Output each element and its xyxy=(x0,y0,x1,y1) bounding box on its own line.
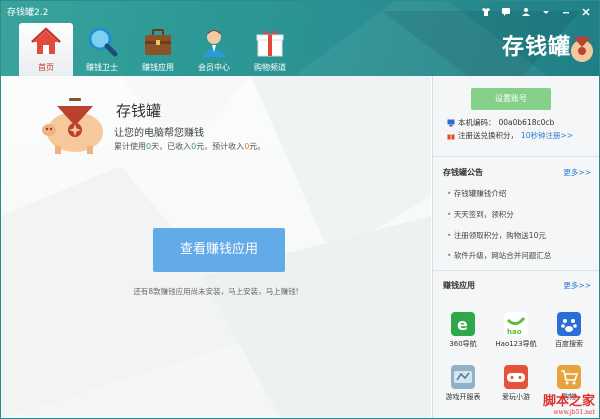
game-icon xyxy=(451,365,475,389)
tab-earn-guard-label: 赚钱卫士 xyxy=(86,63,118,72)
stats-days-unit: 天，已收入 xyxy=(151,142,192,151)
earnings-stats: 累计使用0天，已收入0元，预计收入0元。 xyxy=(114,141,265,152)
slogan: 让您的电脑帮您赚钱 xyxy=(114,128,204,139)
tab-earn-guard[interactable]: 赚钱卫士 xyxy=(75,23,129,76)
message-icon[interactable] xyxy=(501,7,511,17)
register-text: 注册送兑换积分， xyxy=(458,131,518,140)
minimize-icon[interactable] xyxy=(561,7,571,17)
user-icon[interactable] xyxy=(521,7,531,17)
install-hint: 还有8款赚钱应用尚未安装，马上安装，马上赚钱! xyxy=(133,287,299,296)
notice-item[interactable]: 注册领取积分，购物送10元 xyxy=(447,230,546,241)
register-row: 注册送兑换积分， 10秒钟注册>> xyxy=(447,130,573,141)
notice-more-link[interactable]: 更多>> xyxy=(563,167,591,178)
svg-text:e: e xyxy=(457,315,468,334)
tab-shopping-label: 购物频道 xyxy=(254,63,286,72)
tab-earn-apps-label: 赚钱应用 xyxy=(142,63,174,72)
tab-member-center[interactable]: 会员中心 xyxy=(187,23,241,76)
stats-expected-unit: 元。 xyxy=(249,142,266,151)
user-icon xyxy=(198,26,230,58)
close-icon[interactable] xyxy=(581,7,591,17)
gift-icon xyxy=(447,132,455,140)
app-tile[interactable]: 游戏开服表 xyxy=(439,365,487,402)
tab-earn-apps[interactable]: 赚钱应用 xyxy=(131,23,185,76)
stats-prefix: 累计使用 xyxy=(114,142,146,151)
gift-icon xyxy=(254,26,286,58)
stats-income-unit: 元，预计收入 xyxy=(196,142,245,151)
window-controls xyxy=(481,7,591,17)
set-account-button[interactable]: 设置账号 xyxy=(471,88,551,110)
piggy-bank-mascot-icon xyxy=(37,86,107,156)
app-tile[interactable]: hao Hao123导航 xyxy=(492,312,540,349)
header-bar: 存钱罐2.2 首页 赚钱卫士 赚钱应用 会员中心 购物频道 存钱罐 xyxy=(1,1,599,76)
app-name: 存钱罐 xyxy=(116,102,162,120)
skin-icon[interactable] xyxy=(481,7,491,17)
hao123-icon: hao xyxy=(504,312,528,336)
app-label: 百度搜索 xyxy=(555,340,583,348)
tab-home[interactable]: 首页 xyxy=(19,23,73,76)
notice-item[interactable]: 存钱罐赚钱介绍 xyxy=(447,188,507,199)
main-panel: 存钱罐 让您的电脑帮您赚钱 累计使用0天，已收入0元，预计收入0元。 查看赚钱应… xyxy=(1,76,431,418)
app-label: Hao123导航 xyxy=(495,340,537,348)
app-tile[interactable]: 百度搜索 xyxy=(545,312,593,349)
app-tile[interactable]: e 360导航 xyxy=(439,312,487,349)
view-earn-apps-button[interactable]: 查看赚钱应用 xyxy=(153,228,285,272)
magnifier-icon xyxy=(86,26,118,58)
notice-item[interactable]: 天天签到，领积分 xyxy=(447,209,514,220)
watermark: 脚本之家 www.jb51.net xyxy=(543,390,595,416)
register-link[interactable]: 10秒钟注册>> xyxy=(521,130,573,141)
apps-more-link[interactable]: 更多>> xyxy=(563,280,591,291)
svg-text:hao: hao xyxy=(507,328,522,336)
main-nav: 首页 赚钱卫士 赚钱应用 会员中心 购物频道 xyxy=(19,23,297,76)
cart-icon xyxy=(557,365,581,389)
notice-title: 存钱罐公告 xyxy=(443,168,483,177)
notice-item[interactable]: 软件升级，网站合并问题汇总 xyxy=(447,250,552,261)
app-label: 游戏开服表 xyxy=(445,393,481,401)
baidu-icon xyxy=(557,312,581,336)
home-icon xyxy=(30,26,62,58)
briefcase-icon xyxy=(142,26,174,58)
machine-code-label: 本机编码： xyxy=(458,118,496,127)
brand-name: 存钱罐 xyxy=(501,35,571,60)
tab-home-label: 首页 xyxy=(38,63,54,72)
apps-title: 赚钱应用 xyxy=(443,281,475,290)
watermark-text: 脚本之家 xyxy=(542,394,595,409)
tab-member-center-label: 会员中心 xyxy=(198,63,230,72)
piggy-bank-icon xyxy=(567,27,597,67)
menu-icon[interactable] xyxy=(541,7,551,17)
computer-icon xyxy=(447,119,455,127)
window-title: 存钱罐2.2 xyxy=(7,8,49,18)
app-label: 360导航 xyxy=(449,340,477,348)
watermark-sub: www.jb51.net xyxy=(553,409,595,416)
tab-shopping[interactable]: 购物频道 xyxy=(243,23,297,76)
gamepad-icon xyxy=(504,365,528,389)
machine-code-value: 00a0b618c0cb xyxy=(498,118,555,127)
app-label: 爱玩小游 xyxy=(502,393,530,401)
machine-code-row: 本机编码： 00a0b618c0cb xyxy=(447,117,554,128)
app-window: 存钱罐2.2 首页 赚钱卫士 赚钱应用 会员中心 购物频道 存钱罐 存钱罐 让您… xyxy=(0,0,600,419)
ie-icon: e xyxy=(451,312,475,336)
app-tile[interactable]: 爱玩小游 xyxy=(492,365,540,402)
sidebar: 设置账号 本机编码： 00a0b618c0cb 注册送兑换积分， 10秒钟注册>> … xyxy=(432,76,599,418)
